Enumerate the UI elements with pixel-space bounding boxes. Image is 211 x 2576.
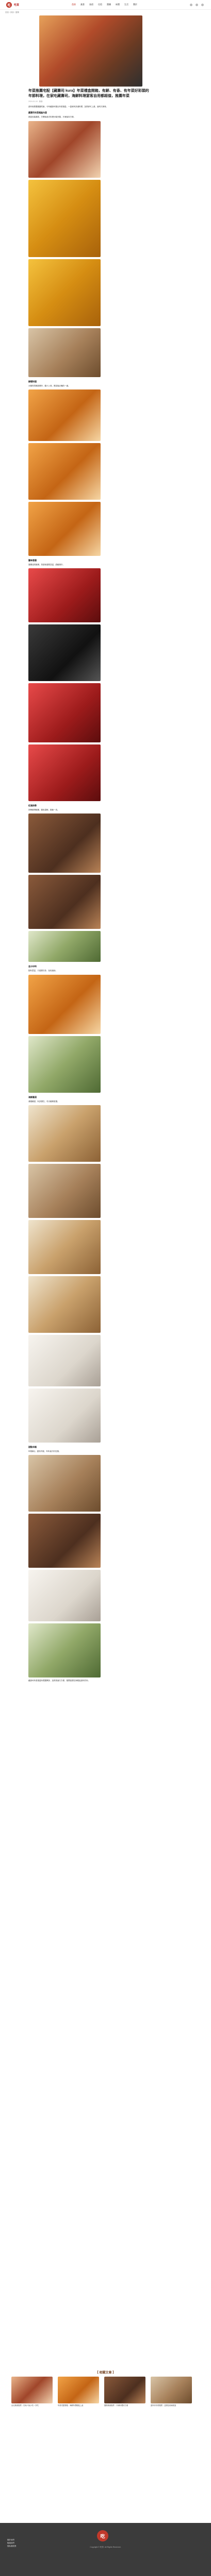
food-photo: [28, 443, 101, 500]
giftbox-photo: [28, 179, 101, 257]
section-heading: 金沙炒料: [28, 965, 37, 968]
footer: 關於我們 聯絡我們 隱私權政策 吃 Copyright © 吃貨. All Ri…: [0, 2523, 211, 2576]
food-photo: [28, 1623, 101, 1678]
section-text: 大蝦肉質鮮甜彈牙，醬汁入味，是宴客必備的一道。: [28, 384, 70, 387]
food-photo: [28, 328, 101, 377]
article: 年菜推薦宅配【藏壽司 kura】年菜禮盒開箱，有鮮、有香、有年菜好彩頭的年節料理…: [28, 15, 182, 1684]
food-photo: [28, 974, 101, 1034]
breadcrumb: 首頁 / 美食 / 團購: [5, 11, 19, 13]
footer-logo: 吃: [97, 2530, 108, 2541]
section-heading: 臘味香腸: [28, 558, 37, 562]
food-photo: [28, 121, 101, 178]
food-photo: [28, 1036, 101, 1093]
food-photo: [28, 1455, 101, 1512]
related-thumbnail[interactable]: [151, 2377, 192, 2403]
section-text: 香腸油亮飽滿，煎過後香氣四溢，甜鹹適中。: [28, 563, 64, 566]
related-title[interactable]: 台北美食推薦｜在地人氣小吃一次吃: [11, 2404, 53, 2407]
top-icons: [189, 3, 204, 6]
food-photo: [28, 624, 101, 682]
brand-name: 吃貨: [14, 3, 20, 7]
section-heading: 紅燒排骨: [28, 804, 37, 807]
related-thumbnail[interactable]: [58, 2377, 99, 2403]
brand[interactable]: 吃 吃貨: [6, 2, 19, 8]
food-photo: [28, 1220, 101, 1275]
section-heading: 鮮蝦料理: [28, 380, 37, 383]
nav-item[interactable]: 美食: [80, 3, 85, 6]
nav-item[interactable]: 生活: [124, 3, 128, 6]
top-bar: 吃 吃貨 首頁 美食 旅遊 住宿 團購 新聞 生活 關於: [0, 0, 211, 10]
nav-item[interactable]: 新聞: [116, 3, 120, 6]
food-photo: [28, 875, 101, 929]
related-articles: 台北美食推薦｜在地人氣小吃一次吃 年菜宅配開箱｜海鮮料理輕鬆上桌 團購美食推薦｜…: [11, 2377, 192, 2407]
food-photo: [28, 389, 101, 441]
related-title[interactable]: 過年伴手禮推薦｜送禮自用兩相宜: [151, 2404, 192, 2407]
top-nav: 首頁 美食 旅遊 住宿 團購 新聞 生活 關於: [72, 3, 137, 6]
related-thumbnail[interactable]: [104, 2377, 145, 2403]
food-photo: [28, 814, 101, 873]
food-photo: [28, 683, 101, 743]
nav-item[interactable]: 團購: [107, 3, 111, 6]
instagram-icon[interactable]: [201, 3, 204, 6]
food-photo: [28, 744, 101, 802]
nav-item[interactable]: 關於: [133, 3, 137, 6]
related-card[interactable]: 過年伴手禮推薦｜送禮自用兩相宜: [151, 2377, 192, 2407]
related-card[interactable]: 台北美食推薦｜在地人氣小吃一次吃: [11, 2377, 53, 2407]
hero-photo: [39, 15, 142, 87]
related-card[interactable]: 團購美食推薦｜冷凍料理好方便: [104, 2377, 145, 2407]
section-text: 湯頭鮮甜，料多實在，冬天暖胃首選。: [28, 1100, 59, 1103]
food-photo: [28, 1164, 101, 1218]
related-thumbnail[interactable]: [11, 2377, 53, 2403]
section-heading: 藏壽司年菜禮盒內容: [28, 111, 47, 114]
nav-item[interactable]: 首頁: [72, 3, 76, 6]
related-heading: 【 相關文章 】: [95, 2371, 116, 2375]
copyright: Copyright © 吃貨. All Rights Reserved.: [90, 2546, 121, 2548]
food-photo: [28, 501, 101, 556]
section-heading: 甜點年糕: [28, 1446, 37, 1449]
section-text: 排骨燉得軟嫩，醬色濃郁，配飯一流。: [28, 809, 59, 811]
facebook-icon[interactable]: [195, 3, 198, 6]
food-photo: [28, 1276, 101, 1333]
food-photo: [28, 1514, 101, 1568]
section-heading: 海鮮羹湯: [28, 1095, 37, 1098]
search-icon[interactable]: [189, 3, 192, 6]
food-photo: [28, 1335, 101, 1387]
section-text: 禮盒包裝喜氣，打開後各式料理分裝完整，冷凍保存方便。: [28, 116, 75, 118]
article-outro: 藏壽司年菜禮盒料理選擇多，加熱快速又方便，推薦給想在家輕鬆過年的你。: [28, 1680, 90, 1682]
food-photo: [28, 1105, 101, 1162]
section-text: 配料豐富，口感層次多，色彩繽紛。: [28, 970, 57, 972]
food-photo: [28, 568, 101, 623]
related-title[interactable]: 團購美食推薦｜冷凍料理好方便: [104, 2404, 145, 2407]
related-card[interactable]: 年菜宅配開箱｜海鮮料理輕鬆上桌: [58, 2377, 99, 2407]
section-text: 年糕軟Q，甜而不膩，年年高升好兆頭。: [28, 1450, 61, 1453]
site-logo: 吃: [6, 2, 12, 8]
article-meta: 2024.01.18 · 美食: [28, 100, 43, 103]
nav-item[interactable]: 住宿: [98, 3, 102, 6]
giftbox-photo: [28, 259, 101, 326]
related-title[interactable]: 年菜宅配開箱｜海鮮料理輕鬆上桌: [58, 2404, 99, 2407]
food-photo: [28, 1388, 101, 1443]
article-title: 年菜推薦宅配【藏壽司 kura】年菜禮盒開箱，有鮮、有香、有年菜好彩頭的年節料理…: [28, 89, 149, 98]
food-photo: [28, 1570, 101, 1622]
article-intro: 過年就是要團圓吃飯，今年藏壽司推出年菜禮盒，一盒就有多道料理，加熱即可上桌，省時…: [28, 106, 108, 108]
food-photo: [28, 931, 101, 962]
nav-item[interactable]: 旅遊: [89, 3, 93, 6]
